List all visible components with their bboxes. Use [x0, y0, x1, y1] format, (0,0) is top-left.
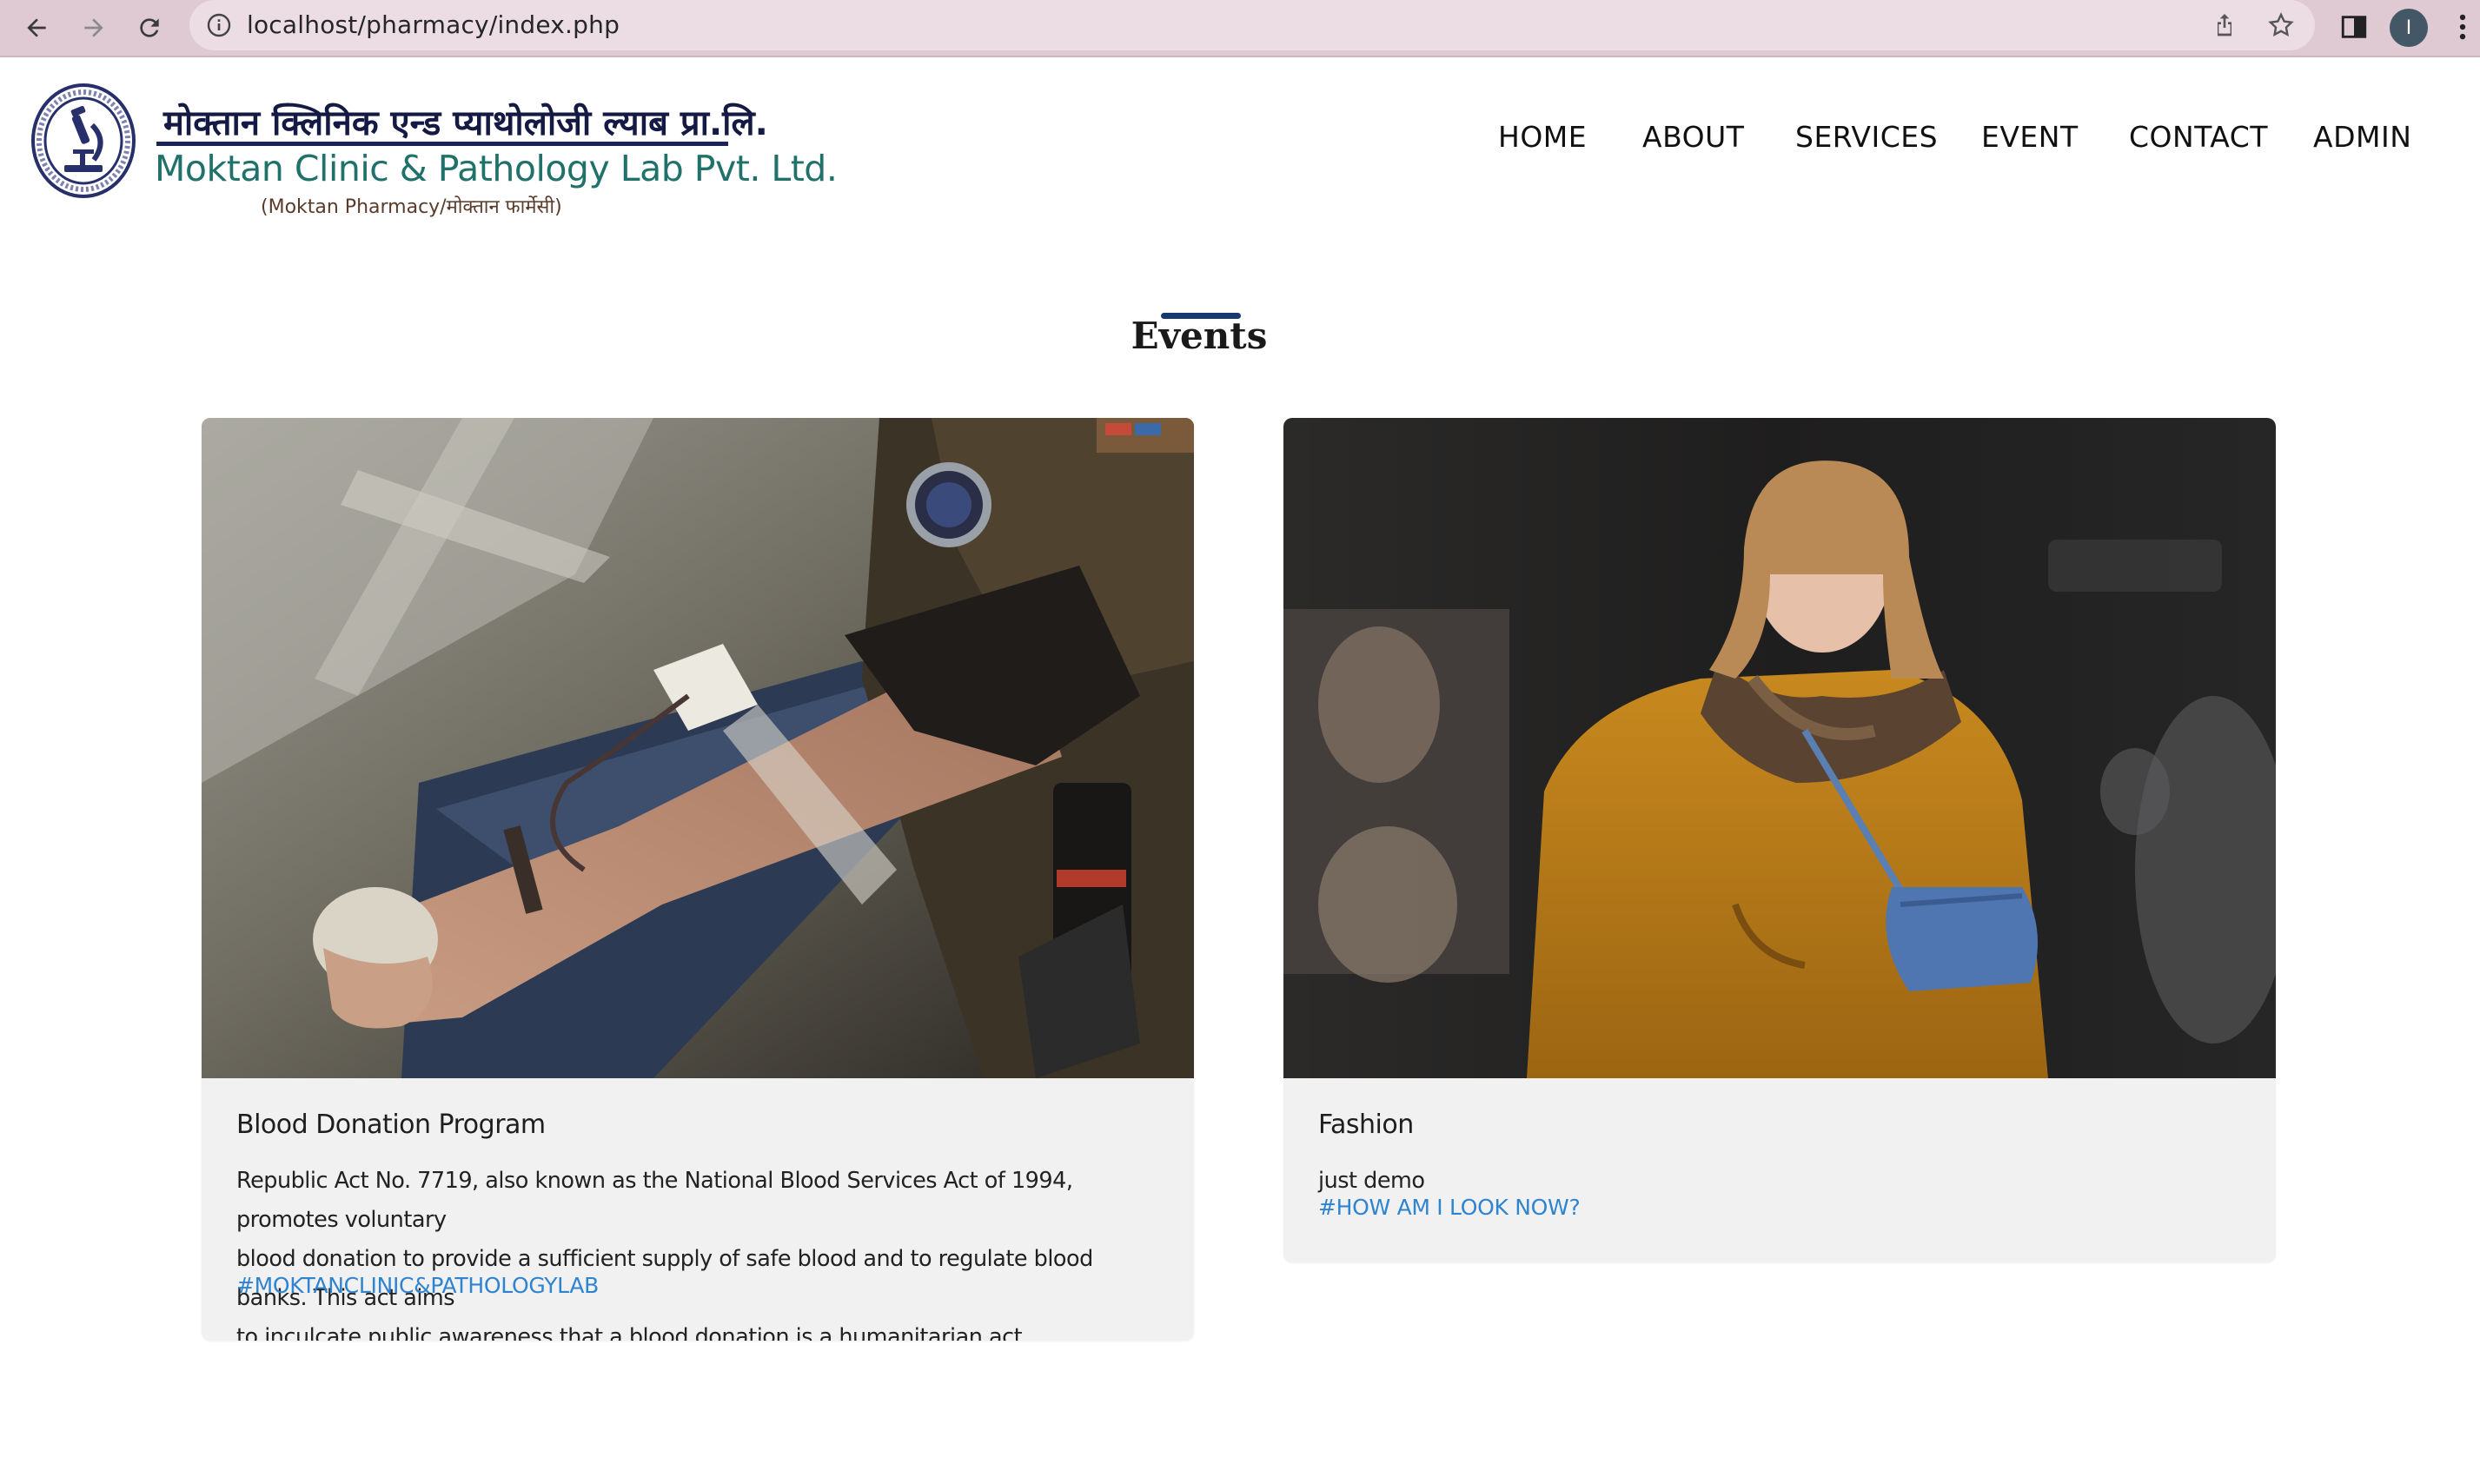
info-icon[interactable] — [205, 11, 233, 39]
event-hashtag-link[interactable]: #MOKTANCLINIC&PATHOLOGYLAB — [236, 1273, 599, 1298]
address-bar[interactable]: localhost/pharmacy/index.php — [189, 0, 2315, 50]
bookmark-star-icon[interactable] — [2266, 10, 2296, 40]
nav-services[interactable]: SERVICES — [1795, 120, 1938, 154]
nav-contact[interactable]: CONTACT — [2129, 120, 2268, 154]
event-description: Republic Act No. 7719, also known as the… — [236, 1162, 1166, 1341]
profile-avatar[interactable]: I — [2390, 9, 2428, 47]
back-arrow-icon — [27, 18, 46, 37]
section-title: Events — [1131, 315, 1268, 357]
brand-subtitle: (Moktan Pharmacy/मोक्तान फार्मेसी) — [261, 196, 562, 218]
event-description-line: to inculcate public awareness that a blo… — [236, 1324, 1029, 1341]
url-text[interactable]: localhost/pharmacy/index.php — [247, 10, 620, 39]
nav-event[interactable]: EVENT — [1981, 120, 2079, 154]
event-hashtag-link[interactable]: #HOW AM I LOOK NOW? — [1318, 1195, 1581, 1220]
back-button[interactable] — [14, 5, 59, 50]
event-title: Fashion — [1318, 1110, 1414, 1140]
nav-about[interactable]: ABOUT — [1642, 120, 1744, 154]
kebab-menu-icon[interactable] — [2449, 10, 2477, 43]
browser-toolbar: localhost/pharmacy/index.php I — [0, 0, 2480, 57]
main-navigation: HOME ABOUT SERVICES EVENT CONTACT ADMIN — [0, 120, 2480, 163]
side-panel-icon[interactable] — [2339, 12, 2369, 42]
reload-button[interactable] — [127, 5, 172, 50]
reload-icon — [140, 18, 159, 37]
forward-button[interactable] — [71, 5, 116, 50]
blood-donation-photo — [202, 418, 1194, 1078]
event-card-blood-donation[interactable]: Blood Donation Program Republic Act No. … — [202, 418, 1194, 1341]
event-title: Blood Donation Program — [236, 1110, 546, 1140]
fashion-photo — [1283, 418, 2276, 1078]
event-card-fashion[interactable]: Fashion just demo #HOW AM I LOOK NOW? — [1283, 418, 2276, 1262]
share-icon[interactable] — [2211, 10, 2238, 38]
nav-admin[interactable]: ADMIN — [2313, 120, 2411, 154]
event-description-line: Republic Act No. 7719, also known as the… — [236, 1168, 1073, 1233]
forward-arrow-icon — [84, 18, 103, 37]
nav-home[interactable]: HOME — [1498, 120, 1587, 154]
